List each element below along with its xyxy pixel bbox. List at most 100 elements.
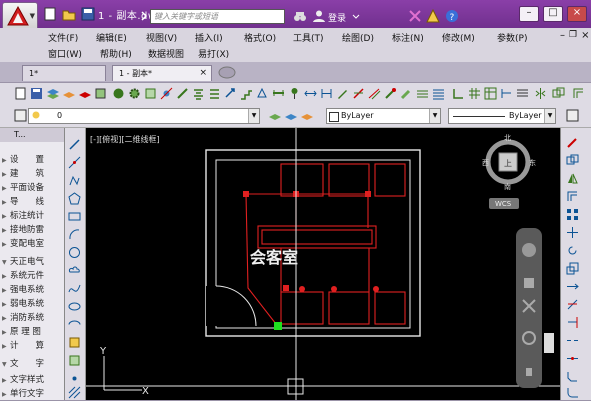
menu-format[interactable]: 格式(O) [244,31,276,44]
palette-item-single-line-text[interactable]: ▶ 单行文字 [2,388,44,400]
offset-icon[interactable] [566,190,579,203]
menu-draw[interactable]: 绘图(D) [342,31,374,44]
hatch-tool-icon[interactable] [68,386,81,399]
menu-file[interactable]: 文件(F) [48,31,78,44]
dimension-icon[interactable] [500,87,513,100]
stretch-icon[interactable] [320,87,333,100]
close-tab-icon[interactable]: × [199,66,207,81]
layer-state-icon[interactable] [14,109,27,122]
steering-wheel-icon[interactable] [522,243,536,257]
brush-icon[interactable] [400,87,413,100]
pin-icon[interactable] [288,87,301,100]
rotate-icon[interactable] [224,87,237,100]
menu-tools[interactable]: 工具(T) [293,31,324,44]
hatch-icon[interactable] [432,87,445,100]
palette-item-system-components[interactable]: ▶ 系统元件 [2,270,44,282]
layer-tool-icon[interactable] [78,87,91,100]
fillet-icon[interactable] [566,386,579,399]
trim-icon[interactable] [566,298,579,311]
join-icon[interactable] [566,352,579,365]
align-icon[interactable] [192,87,205,100]
menu-help[interactable]: 帮助(H) [100,47,132,60]
break-icon[interactable] [566,334,579,347]
palette-item-text[interactable]: ▼ 文 字 [2,358,44,370]
search-input[interactable]: 键入关键字或短语 [150,9,285,24]
mirror-icon[interactable] [566,172,579,185]
exchange-icon[interactable] [408,9,422,23]
menu-dimension[interactable]: 标注(N) [392,31,424,44]
close-button[interactable]: × [581,30,589,41]
trim-icon[interactable] [352,87,365,100]
login-link[interactable]: 登录 [328,11,346,24]
close-button[interactable]: × [567,6,587,22]
open-file-icon[interactable] [61,6,77,22]
circle-tool-icon[interactable] [68,246,81,259]
rotate-icon[interactable] [566,244,579,257]
tab-document-copy[interactable]: 1 - 副本* × [112,65,212,81]
copy-tool-icon[interactable] [552,87,565,100]
menu-parametric[interactable]: 参数(P) [497,31,527,44]
move-icon[interactable] [566,226,579,239]
erase-icon[interactable] [566,136,579,149]
scale-icon[interactable] [566,262,579,275]
palette-item-tangent-electrical[interactable]: ▼ 天正电气 [2,256,44,268]
viewcube[interactable]: 上 北 南 西 东 WCS [482,134,536,209]
chamfer-icon[interactable] [566,370,579,383]
save-icon[interactable] [30,87,43,100]
table-icon[interactable] [484,87,497,100]
arc-tool-icon[interactable] [68,228,81,241]
distribute-icon[interactable] [208,87,221,100]
color-dropdown[interactable]: ByLayer ▼ [326,108,441,124]
double-arrow-icon[interactable] [304,87,317,100]
construction-line-icon[interactable] [68,156,81,169]
measure-icon[interactable] [272,87,285,100]
copy-icon[interactable] [566,154,579,167]
layer-match-icon[interactable] [300,109,313,122]
palette-item-plan-equipment[interactable]: ▶ 平面设备 [2,182,44,194]
revision-cloud-icon[interactable] [68,264,81,277]
menu-easy-print[interactable]: 易打(X) [198,47,229,60]
new-file-icon[interactable] [14,87,27,100]
palette-item-grounding[interactable]: ▶ 接地防雷 [2,224,44,236]
showmotion-icon[interactable] [526,368,532,376]
array-icon[interactable] [566,208,579,221]
mirror-icon[interactable] [534,87,547,100]
ellipse-arc-icon[interactable] [68,318,81,331]
drawing-canvas[interactable]: 会客室 Y X 上 北 南 西 东 WCS [86,128,560,400]
linetype-dropdown[interactable]: ByLayer ▼ [448,108,556,124]
palette-item-schematic[interactable]: ▶ 原 理 图 [2,326,41,338]
restore-button[interactable]: ❐ [569,30,577,41]
point-tool-icon[interactable] [68,372,81,385]
copy-icon[interactable] [256,87,269,100]
extend-icon[interactable] [566,316,579,329]
palette-item-settings[interactable]: ▶ 设 置 [2,154,44,166]
block-icon[interactable] [144,87,157,100]
stretch-icon[interactable] [566,280,579,293]
ellipse-tool-icon[interactable] [68,300,81,313]
pan-icon[interactable] [524,278,534,288]
palette-item-fire-system[interactable]: ▶ 消防系统 [2,312,44,324]
palette-item-text-style[interactable]: ▶ 文字样式 [2,374,44,386]
extend-icon[interactable] [368,87,381,100]
array-icon[interactable] [452,87,465,100]
menu-view[interactable]: 视图(V) [146,31,177,44]
layer-properties-icon[interactable] [46,87,59,100]
polygon-tool-icon[interactable] [68,192,81,205]
edit-icon[interactable] [384,87,397,100]
spline-tool-icon[interactable] [68,282,81,295]
scrollbar-thumb[interactable] [544,333,554,353]
rectangle-tool-icon[interactable] [68,210,81,223]
menu-data-view[interactable]: 数据视图 [148,47,184,60]
layer-previous-icon[interactable] [284,109,297,122]
new-tab-icon[interactable] [218,66,236,79]
stair-icon[interactable] [240,87,253,100]
menu-edit[interactable]: 编辑(E) [96,31,127,44]
line-tool-icon[interactable] [68,138,81,151]
selected-grip[interactable] [274,322,282,330]
layer-dropdown[interactable]: 0 ▼ [28,108,260,124]
point-icon[interactable] [160,87,173,100]
lineweight-icon[interactable] [566,109,579,122]
minimize-button[interactable]: – [519,6,539,22]
layer-tool-icon[interactable] [62,87,75,100]
grid-icon[interactable] [468,87,481,100]
